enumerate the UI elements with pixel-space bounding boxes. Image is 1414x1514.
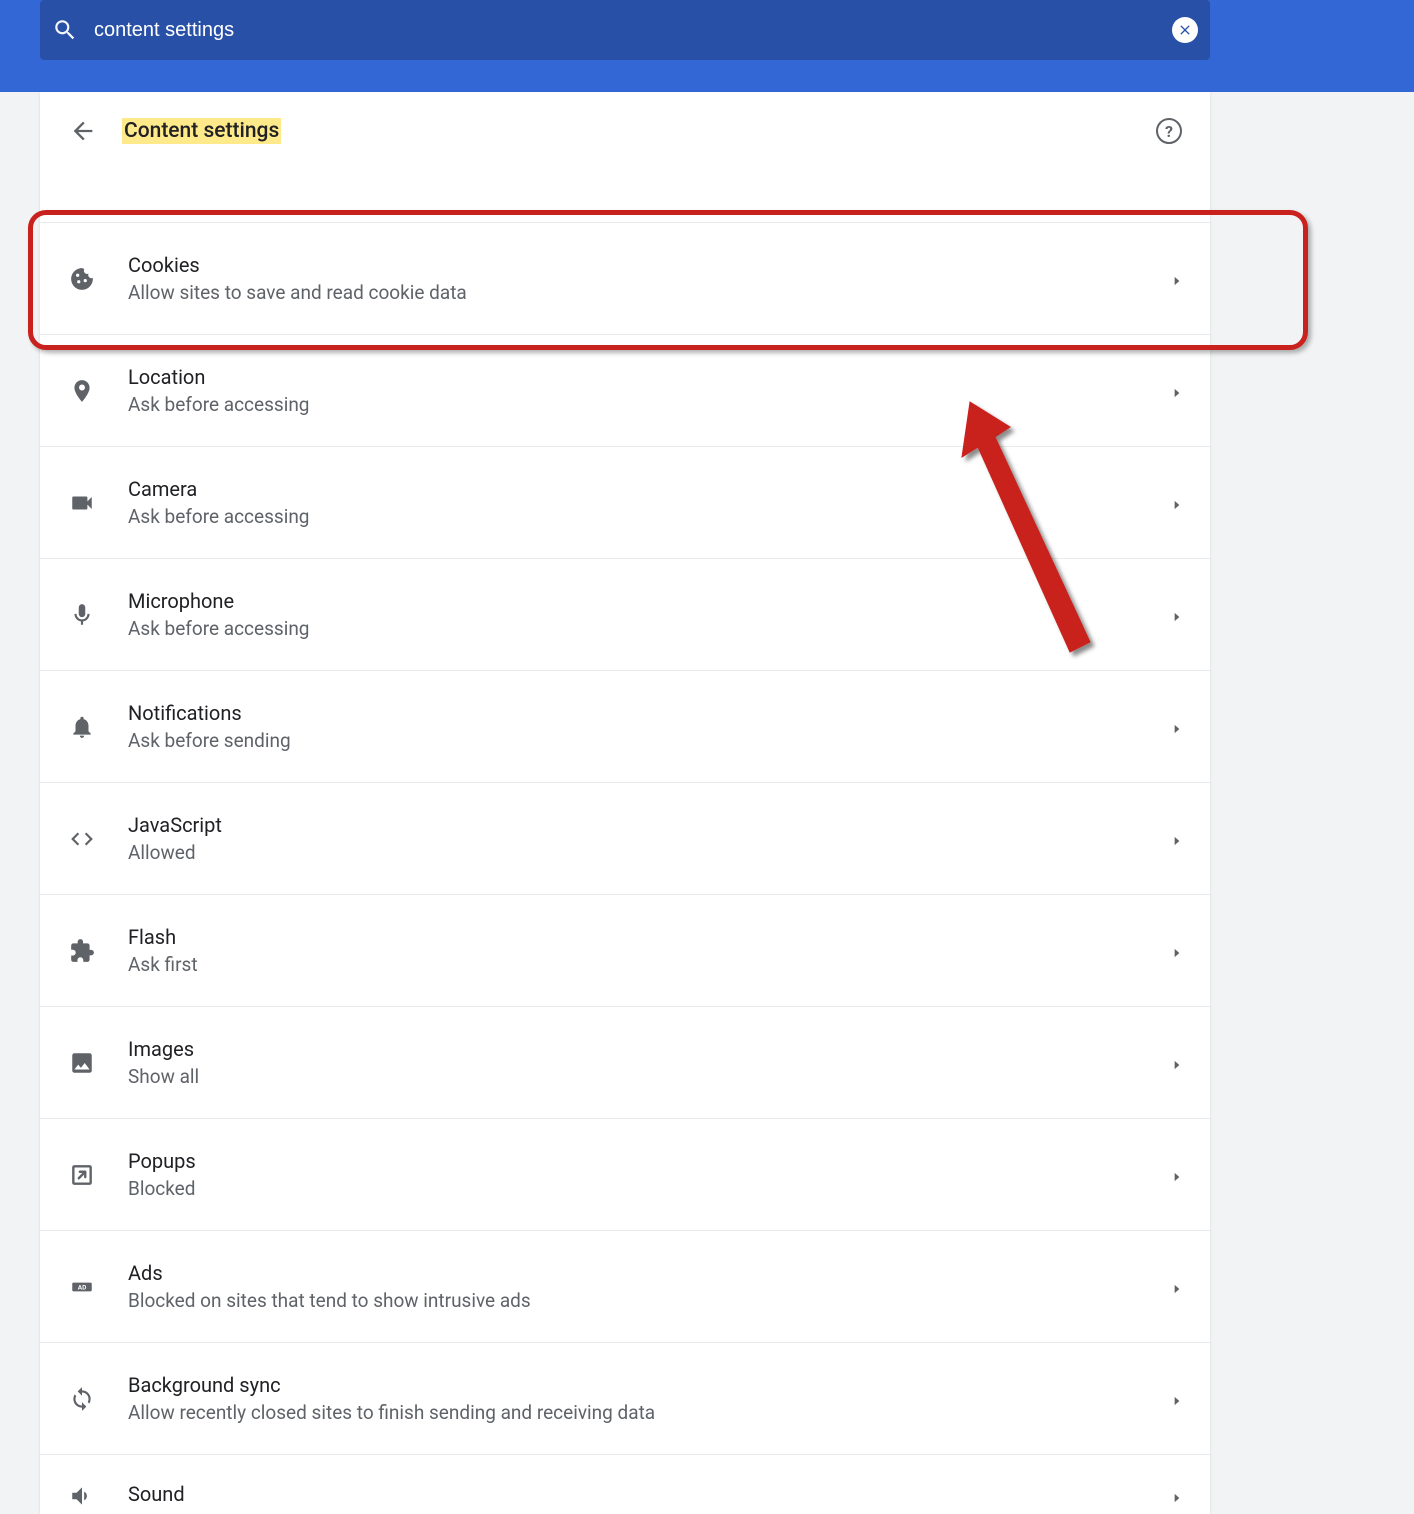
row-subtitle: Blocked	[128, 1177, 1170, 1200]
row-background-sync[interactable]: Background sync Allow recently closed si…	[40, 1342, 1210, 1454]
popup-icon	[68, 1161, 96, 1189]
row-notifications[interactable]: Notifications Ask before sending	[40, 670, 1210, 782]
row-subtitle: Ask before accessing	[128, 617, 1170, 640]
clear-search-button[interactable]	[1172, 17, 1198, 43]
row-images[interactable]: Images Show all	[40, 1006, 1210, 1118]
chevron-right-icon	[1170, 1393, 1182, 1405]
row-title: Cookies	[128, 253, 1170, 277]
row-title: JavaScript	[128, 813, 1170, 837]
sound-icon	[68, 1482, 96, 1510]
bell-icon	[68, 713, 96, 741]
chevron-right-icon	[1170, 497, 1182, 509]
chevron-right-icon	[1170, 1281, 1182, 1293]
puzzle-icon	[68, 937, 96, 965]
row-subtitle: Ask first	[128, 953, 1170, 976]
row-subtitle: Allow recently closed sites to finish se…	[128, 1401, 1170, 1424]
row-title: Sound	[128, 1482, 1170, 1506]
row-subtitle: Ask before accessing	[128, 393, 1170, 416]
row-subtitle: Show all	[128, 1065, 1170, 1088]
row-subtitle: Allowed	[128, 841, 1170, 864]
row-flash[interactable]: Flash Ask first	[40, 894, 1210, 1006]
code-icon	[68, 825, 96, 853]
help-button[interactable]: ?	[1156, 118, 1182, 144]
chevron-right-icon	[1170, 1057, 1182, 1069]
row-subtitle: Allow sites to save and read cookie data	[128, 281, 1170, 304]
row-subtitle: Ask before sending	[128, 729, 1170, 752]
camera-icon	[68, 489, 96, 517]
row-title: Flash	[128, 925, 1170, 949]
location-icon	[68, 377, 96, 405]
chevron-right-icon	[1170, 273, 1182, 285]
row-ads[interactable]: AD Ads Blocked on sites that tend to sho…	[40, 1230, 1210, 1342]
chevron-right-icon	[1170, 1169, 1182, 1181]
chevron-right-icon	[1170, 609, 1182, 621]
row-cookies[interactable]: Cookies Allow sites to save and read coo…	[40, 222, 1210, 334]
row-title: Notifications	[128, 701, 1170, 725]
row-title: Images	[128, 1037, 1170, 1061]
row-title: Background sync	[128, 1373, 1170, 1397]
cookie-icon	[68, 265, 96, 293]
row-javascript[interactable]: JavaScript Allowed	[40, 782, 1210, 894]
settings-list: Cookies Allow sites to save and read coo…	[40, 222, 1210, 1514]
microphone-icon	[68, 601, 96, 629]
search-bar[interactable]	[40, 0, 1210, 60]
back-button[interactable]	[68, 116, 98, 146]
page-title: Content settings	[122, 118, 281, 144]
image-icon	[68, 1049, 96, 1077]
row-title: Popups	[128, 1149, 1170, 1173]
chevron-right-icon	[1170, 833, 1182, 845]
panel-header: Content settings ?	[40, 92, 1210, 174]
row-subtitle: Blocked on sites that tend to show intru…	[128, 1289, 1170, 1312]
settings-panel: Content settings ? Cookies Allow sites t…	[40, 92, 1210, 1514]
row-camera[interactable]: Camera Ask before accessing	[40, 446, 1210, 558]
row-subtitle: Ask before accessing	[128, 505, 1170, 528]
search-input[interactable]	[94, 19, 1172, 42]
row-title: Ads	[128, 1261, 1170, 1285]
search-icon	[52, 17, 78, 43]
row-sound[interactable]: Sound	[40, 1454, 1210, 1514]
row-microphone[interactable]: Microphone Ask before accessing	[40, 558, 1210, 670]
chevron-right-icon	[1170, 385, 1182, 397]
chevron-right-icon	[1170, 1490, 1182, 1502]
chevron-right-icon	[1170, 945, 1182, 957]
sync-icon	[68, 1385, 96, 1413]
ads-icon: AD	[68, 1273, 96, 1301]
chevron-right-icon	[1170, 721, 1182, 733]
row-popups[interactable]: Popups Blocked	[40, 1118, 1210, 1230]
top-bar	[0, 0, 1414, 92]
row-location[interactable]: Location Ask before accessing	[40, 334, 1210, 446]
row-title: Camera	[128, 477, 1170, 501]
row-title: Microphone	[128, 589, 1170, 613]
row-title: Location	[128, 365, 1170, 389]
svg-text:AD: AD	[78, 1283, 87, 1291]
